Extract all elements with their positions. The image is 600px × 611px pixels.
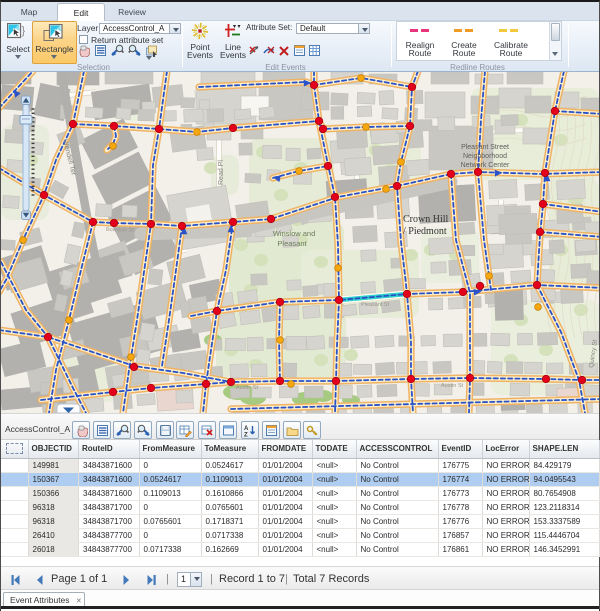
svg-text:Neighborhood: Neighborhood (463, 153, 507, 160)
svg-text:Austin St: Austin St (441, 383, 463, 389)
svg-text:Pleasant Street: Pleasant Street (461, 144, 509, 151)
svg-text:Network Center: Network Center (461, 162, 510, 169)
svg-text:Pleasant: Pleasant (277, 239, 307, 248)
svg-text:Pleasant St: Pleasant St (361, 302, 390, 308)
svg-text:A: A (244, 426, 249, 432)
svg-text:Austin St: Austin St (236, 385, 258, 391)
svg-text:Crown Hill: Crown Hill (403, 214, 449, 225)
svg-text:Winslow and: Winslow and (273, 229, 316, 238)
svg-text:Read Pl: Read Pl (218, 160, 225, 185)
svg-text:Bowdoin St: Bowdoin St (106, 227, 134, 233)
svg-text:Z: Z (244, 432, 248, 437)
svg-text:/ Piedmont: / Piedmont (403, 226, 447, 237)
svg-text:}: } (22, 25, 26, 37)
